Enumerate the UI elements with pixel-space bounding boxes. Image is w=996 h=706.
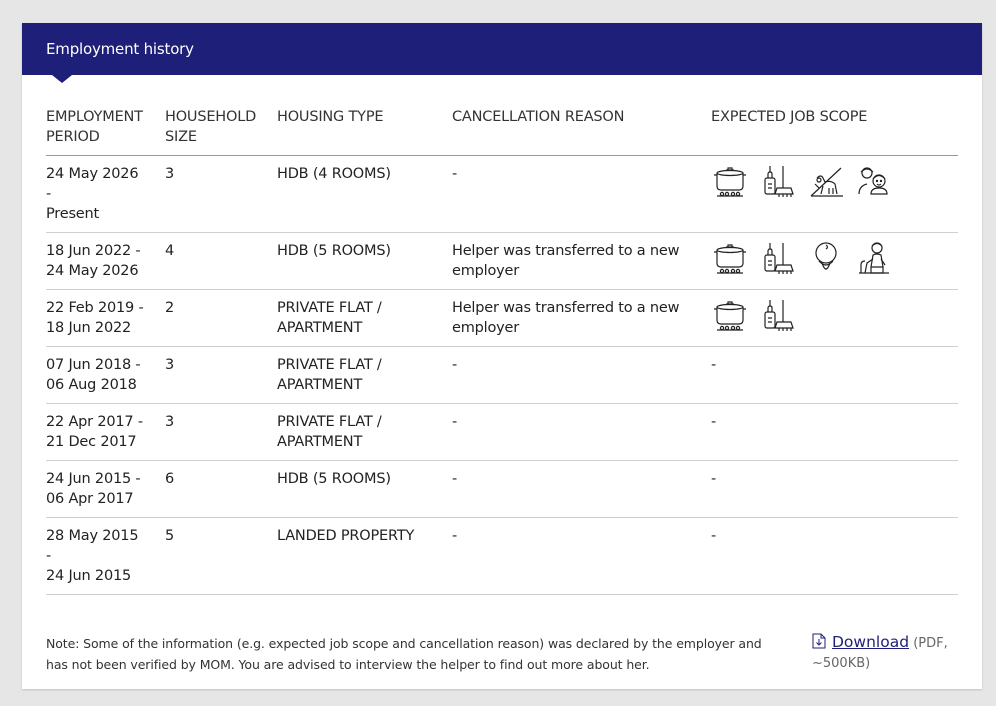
job-scope-icons (711, 241, 958, 275)
infant-care-icon (807, 241, 845, 275)
document-download-icon[interactable] (812, 633, 826, 649)
card-header: Employment history (22, 23, 982, 75)
table-header-row: EMPLOYMENT PERIOD HOUSEHOLD SIZE HOUSING… (46, 107, 958, 156)
download-link[interactable]: Download (832, 633, 909, 651)
cell-household-size: 6 (165, 460, 277, 518)
header-housing-type: HOUSING TYPE (277, 107, 452, 156)
table-row: 28 May 2015-24 Jun 2015 5 LANDED PROPERTY -… (46, 517, 958, 595)
cell-period: 07 Jun 2018 - 06 Aug 2018 (46, 346, 165, 404)
period-start: 24 Jun 2015 - (46, 471, 141, 487)
table-row: 22 Apr 2017 - 21 Dec 2017 3 PRIVATE FLAT / … (46, 403, 958, 461)
header-period: EMPLOYMENT PERIOD (46, 107, 165, 156)
cell-household-size: 3 (165, 346, 277, 404)
table-row: 07 Jun 2018 - 06 Aug 2018 3 PRIVATE FLAT / … (46, 346, 958, 404)
cell-housing-type: PRIVATE FLAT / APARTMENT (277, 346, 452, 404)
cell-housing-type: PRIVATE FLAT / APARTMENT (277, 289, 452, 347)
employment-history-table: EMPLOYMENT PERIOD HOUSEHOLD SIZE HOUSING… (46, 107, 958, 595)
cell-cancellation-reason: - (452, 517, 711, 595)
cooking-pot-icon (711, 164, 749, 198)
cell-cancellation-reason: - (452, 346, 711, 404)
table-row: 24 May 2026- Present 3 HDB (4 ROOMS) - (46, 155, 958, 233)
pet-care-icon (807, 164, 845, 198)
cell-job-scope (711, 232, 958, 290)
cell-cancellation-reason: - (452, 403, 711, 461)
period-end: 06 Apr 2017 (46, 491, 134, 507)
cooking-pot-icon (711, 241, 749, 275)
child-care-icon (855, 164, 893, 198)
cell-housing-type: HDB (5 ROOMS) (277, 232, 452, 290)
cell-period: 24 May 2026 - Present (46, 155, 165, 233)
period-separator: - (46, 548, 52, 564)
cell-period: 18 Jun 2022 - 24 May 2026 (46, 232, 165, 290)
cell-household-size: 3 (165, 155, 277, 233)
cell-household-size: 3 (165, 403, 277, 461)
period-end: 21 Dec 2017 (46, 434, 137, 450)
cell-housing-type: PRIVATE FLAT / APARTMENT (277, 403, 452, 461)
period-end: 18 Jun 2022 (46, 320, 132, 336)
download-section: Download (PDF, ~500KB) (812, 632, 972, 674)
cell-cancellation-reason: Helper was transferred to a new employer (452, 232, 711, 290)
cleaning-icon (759, 298, 797, 332)
cell-job-scope (711, 155, 958, 233)
cell-household-size: 4 (165, 232, 277, 290)
cell-cancellation-reason: - (452, 460, 711, 518)
period-start: 22 Apr 2017 - (46, 414, 143, 430)
period-end: 24 May 2026 (46, 263, 139, 279)
employment-history-card: Employment history EMPLOYMENT PERIOD HOU… (22, 23, 982, 689)
period-start: 24 May 2026 (46, 166, 139, 182)
header-household-size: HOUSEHOLD SIZE (165, 107, 277, 156)
cell-household-size: 2 (165, 289, 277, 347)
table-row: 24 Jun 2015 -06 Apr 2017 6 HDB (5 ROOMS) - - (46, 460, 958, 518)
cooking-pot-icon (711, 298, 749, 332)
cell-household-size: 5 (165, 517, 277, 595)
cell-job-scope (711, 289, 958, 347)
header-job-scope: EXPECTED JOB SCOPE (711, 107, 958, 156)
period-start: 18 Jun 2022 - (46, 243, 141, 259)
period-start: 22 Feb 2019 - (46, 300, 144, 316)
job-scope-icons (711, 164, 958, 198)
elderly-care-icon (855, 241, 893, 275)
card-title: Employment history (46, 40, 194, 58)
cell-cancellation-reason: Helper was transferred to a new employer (452, 289, 711, 347)
period-end: 24 Jun 2015 (46, 568, 132, 584)
cell-job-scope: - (711, 460, 958, 518)
table-row: 22 Feb 2019 - 18 Jun 2022 2 PRIVATE FLAT / … (46, 289, 958, 347)
cell-housing-type: HDB (5 ROOMS) (277, 460, 452, 518)
period-end: 06 Aug 2018 (46, 377, 137, 393)
cleaning-icon (759, 164, 797, 198)
period-start: 28 May 2015 (46, 528, 139, 544)
header-cancellation-reason: CANCELLATION REASON (452, 107, 711, 156)
period-separator: - (46, 186, 52, 202)
cleaning-icon (759, 241, 797, 275)
job-scope-icons (711, 298, 958, 332)
cell-period: 22 Feb 2019 - 18 Jun 2022 (46, 289, 165, 347)
period-end: Present (46, 206, 100, 222)
cell-job-scope: - (711, 403, 958, 461)
cell-cancellation-reason: - (452, 155, 711, 233)
cell-period: 24 Jun 2015 - 06 Apr 2017 (46, 460, 165, 518)
cell-housing-type: LANDED PROPERTY (277, 517, 452, 595)
header-notch (52, 75, 72, 83)
cell-period: 22 Apr 2017 - 21 Dec 2017 (46, 403, 165, 461)
period-start: 07 Jun 2018 - (46, 357, 141, 373)
cell-job-scope: - (711, 517, 958, 595)
cell-period: 28 May 2015 - 24 Jun 2015 (46, 517, 165, 595)
cell-job-scope: - (711, 346, 958, 404)
disclaimer-note: Note: Some of the information (e.g. expe… (46, 636, 762, 672)
cell-housing-type: HDB (4 ROOMS) (277, 155, 452, 233)
table-row: 18 Jun 2022 - 24 May 2026 4 HDB (5 ROOMS) He… (46, 232, 958, 290)
